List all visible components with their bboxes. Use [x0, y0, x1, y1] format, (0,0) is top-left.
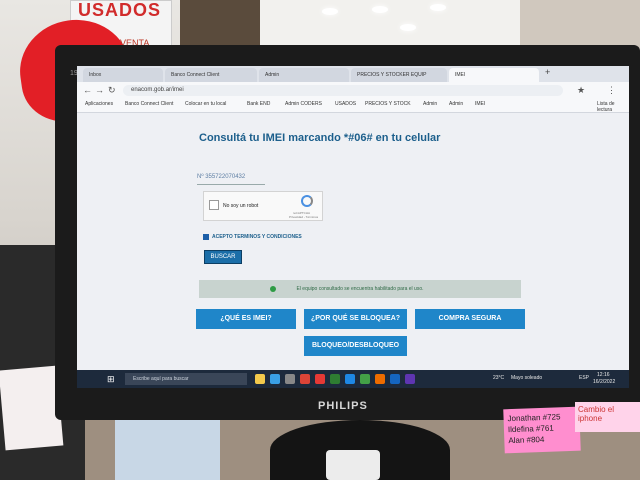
- ceiling-light: [430, 4, 446, 11]
- extensions-icon[interactable]: ★: [577, 82, 585, 99]
- file-explorer-icon[interactable]: [255, 374, 265, 384]
- bookmark-item[interactable]: Admin: [449, 101, 463, 107]
- reload-icon[interactable]: ↻: [108, 82, 116, 99]
- check-icon: [270, 286, 276, 292]
- recaptcha-footer: Privacidad - Términos: [289, 215, 319, 219]
- recaptcha-label: No soy un robot: [223, 203, 259, 209]
- tab-imei[interactable]: IMEI: [449, 68, 539, 82]
- left-sticker: [0, 365, 64, 451]
- bookmark-item[interactable]: Bank END: [247, 101, 270, 107]
- ceiling-light: [322, 8, 338, 15]
- recaptcha-checkbox[interactable]: [209, 200, 219, 210]
- poster-text: USADOS: [78, 0, 162, 20]
- app-icon[interactable]: [390, 374, 400, 384]
- media-icon[interactable]: [315, 374, 325, 384]
- app-icon[interactable]: [405, 374, 415, 384]
- secure-purchase-button[interactable]: COMPRA SEGURA: [415, 309, 525, 329]
- phone-dock: [326, 450, 380, 480]
- weather-temp[interactable]: 23°C: [493, 375, 504, 381]
- bookmark-item[interactable]: IMEI: [475, 101, 485, 107]
- bookmark-item[interactable]: Colocar en tu local: [185, 101, 226, 107]
- paper-stack: [115, 418, 220, 480]
- weather-status[interactable]: Mayo soleado: [511, 375, 542, 381]
- imei-input[interactable]: Nº 355722070432: [197, 174, 265, 185]
- store-icon[interactable]: [285, 374, 295, 384]
- chrome-icon[interactable]: [300, 374, 310, 384]
- ceiling-light: [372, 6, 388, 13]
- tab-admin[interactable]: Admin: [259, 68, 349, 82]
- tab-inbox[interactable]: Inbox: [83, 68, 163, 82]
- tab-banco[interactable]: Banco Connect Client: [165, 68, 257, 82]
- bookmark-item[interactable]: Admin CODERS: [285, 101, 322, 107]
- sticky-note: Jonathan #725 Ildefina #761 Alan #804: [503, 406, 581, 454]
- clock-time[interactable]: 12:16: [597, 372, 610, 378]
- monitor-brand: PHILIPS: [318, 400, 368, 412]
- terms-label: ACEPTO TERMINOS Y CONDICIONES: [212, 234, 302, 240]
- bookmark-item[interactable]: Admin: [423, 101, 437, 107]
- bookmark-item[interactable]: PRECIOS Y STOCK: [365, 101, 411, 107]
- clock-date[interactable]: 16/2/2022: [593, 379, 615, 385]
- forward-icon[interactable]: →: [95, 82, 104, 99]
- menu-icon[interactable]: ⋮: [607, 82, 616, 99]
- windows-start-icon[interactable]: ⊞: [107, 374, 115, 385]
- bookmark-item[interactable]: USADOS: [335, 101, 356, 107]
- search-button[interactable]: BUSCAR: [204, 250, 242, 264]
- taskbar-search[interactable]: Escribe aquí para buscar: [125, 373, 247, 385]
- tab-precios[interactable]: PRECIOS Y STOCKER EQUIP: [351, 68, 447, 82]
- block-unblock-button[interactable]: BLOQUEO/DESBLOQUEO: [304, 336, 407, 356]
- what-is-imei-button[interactable]: ¿QUÉ ES IMEI?: [196, 309, 296, 329]
- language-indicator[interactable]: ESP: [579, 375, 589, 381]
- new-tab-button[interactable]: +: [545, 67, 550, 77]
- page-title: Consultá tu IMEI marcando *#06# en tu ce…: [199, 132, 441, 144]
- bookmark-item[interactable]: Banco Connect Client: [125, 101, 173, 107]
- reading-list[interactable]: Lista de lectura: [597, 101, 629, 113]
- url-field[interactable]: enacom.gob.ar/imei: [123, 85, 563, 96]
- app-icon[interactable]: [375, 374, 385, 384]
- sticky-note-2: Cambio el iphone: [575, 402, 640, 432]
- status-message: El equipo consultado se encuentra habili…: [199, 280, 521, 298]
- monitor-screen: Inbox Banco Connect Client Admin PRECIOS…: [77, 66, 629, 388]
- excel-icon[interactable]: [330, 374, 340, 384]
- bookmark-item[interactable]: Aplicaciones: [85, 101, 113, 107]
- word-icon[interactable]: [345, 374, 355, 384]
- edge-icon[interactable]: [270, 374, 280, 384]
- store-shelf: [520, 0, 640, 50]
- terms-checkbox[interactable]: [203, 234, 209, 240]
- recaptcha-icon: [301, 195, 313, 207]
- sticky-note-line: Alan #804: [508, 434, 545, 446]
- why-blocked-button[interactable]: ¿POR QUÉ SE BLOQUEA?: [304, 309, 407, 329]
- app-icon[interactable]: [360, 374, 370, 384]
- back-icon[interactable]: ←: [83, 82, 92, 99]
- ceiling-light: [400, 24, 416, 31]
